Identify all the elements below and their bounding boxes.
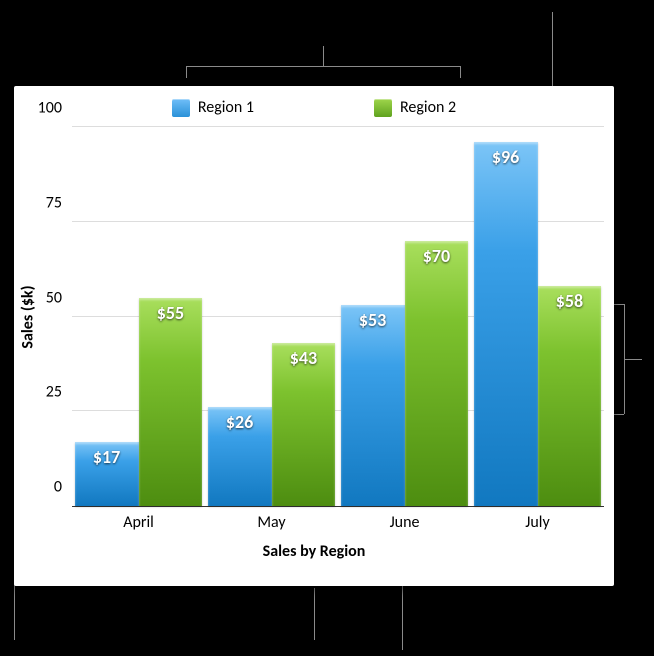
bar-value-label: $26 bbox=[208, 411, 272, 433]
callout-bracket-top bbox=[186, 66, 460, 67]
bar-region2: $70 bbox=[405, 241, 469, 506]
y-tick: 50 bbox=[22, 288, 62, 307]
bar-value-label: $17 bbox=[75, 446, 139, 468]
bar-region2: $43 bbox=[272, 343, 336, 506]
bar-region1: $26 bbox=[208, 407, 272, 506]
chart-container: Region 1 Region 2 Sales ($k) 100 75 50 2… bbox=[14, 86, 614, 586]
legend-label: Region 1 bbox=[198, 98, 254, 117]
callout-tick bbox=[614, 414, 624, 415]
callout-tick bbox=[614, 304, 624, 305]
legend-swatch-icon bbox=[374, 99, 392, 117]
x-tick: May bbox=[205, 507, 338, 532]
legend-label: Region 2 bbox=[400, 98, 456, 117]
y-tick: 100 bbox=[22, 99, 62, 118]
legend-item-region2: Region 2 bbox=[374, 98, 456, 117]
legend-item-region1: Region 1 bbox=[172, 98, 254, 117]
x-tick: July bbox=[471, 507, 604, 532]
bar-value-label: $55 bbox=[139, 302, 203, 324]
bar-value-label: $70 bbox=[405, 245, 469, 267]
callout-stem bbox=[323, 46, 324, 66]
bar-group-july: $96 $58 bbox=[471, 127, 604, 506]
bar-group-may: $26 $43 bbox=[205, 127, 338, 506]
bar-value-label: $58 bbox=[538, 290, 602, 312]
callout-tick bbox=[186, 66, 187, 78]
x-axis-title: Sales by Region bbox=[14, 542, 614, 561]
callout-stem bbox=[624, 359, 642, 360]
x-tick: April bbox=[72, 507, 205, 532]
legend: Region 1 Region 2 bbox=[14, 94, 614, 127]
bar-region2: $58 bbox=[538, 286, 602, 506]
plot-area: Sales ($k) 100 75 50 25 0 $17 $55 $26 bbox=[72, 127, 604, 507]
callout-line bbox=[314, 588, 315, 640]
bar-value-label: $43 bbox=[272, 347, 336, 369]
legend-swatch-icon bbox=[172, 99, 190, 117]
bar-region1: $96 bbox=[474, 142, 538, 506]
callout-tick bbox=[460, 66, 461, 78]
x-axis: April May June July bbox=[72, 507, 604, 532]
y-tick: 25 bbox=[22, 383, 62, 402]
bar-value-label: $96 bbox=[474, 146, 538, 168]
y-tick: 75 bbox=[22, 193, 62, 212]
bar-group-april: $17 $55 bbox=[72, 127, 205, 506]
bar-region1: $17 bbox=[75, 442, 139, 506]
bars-container: $17 $55 $26 $43 $53 $70 bbox=[72, 127, 604, 506]
bar-group-june: $53 $70 bbox=[338, 127, 471, 506]
bar-value-label: $53 bbox=[341, 309, 405, 331]
x-tick: June bbox=[338, 507, 471, 532]
bar-region1: $53 bbox=[341, 305, 405, 506]
y-tick: 0 bbox=[22, 478, 62, 497]
bar-region2: $55 bbox=[139, 298, 203, 506]
